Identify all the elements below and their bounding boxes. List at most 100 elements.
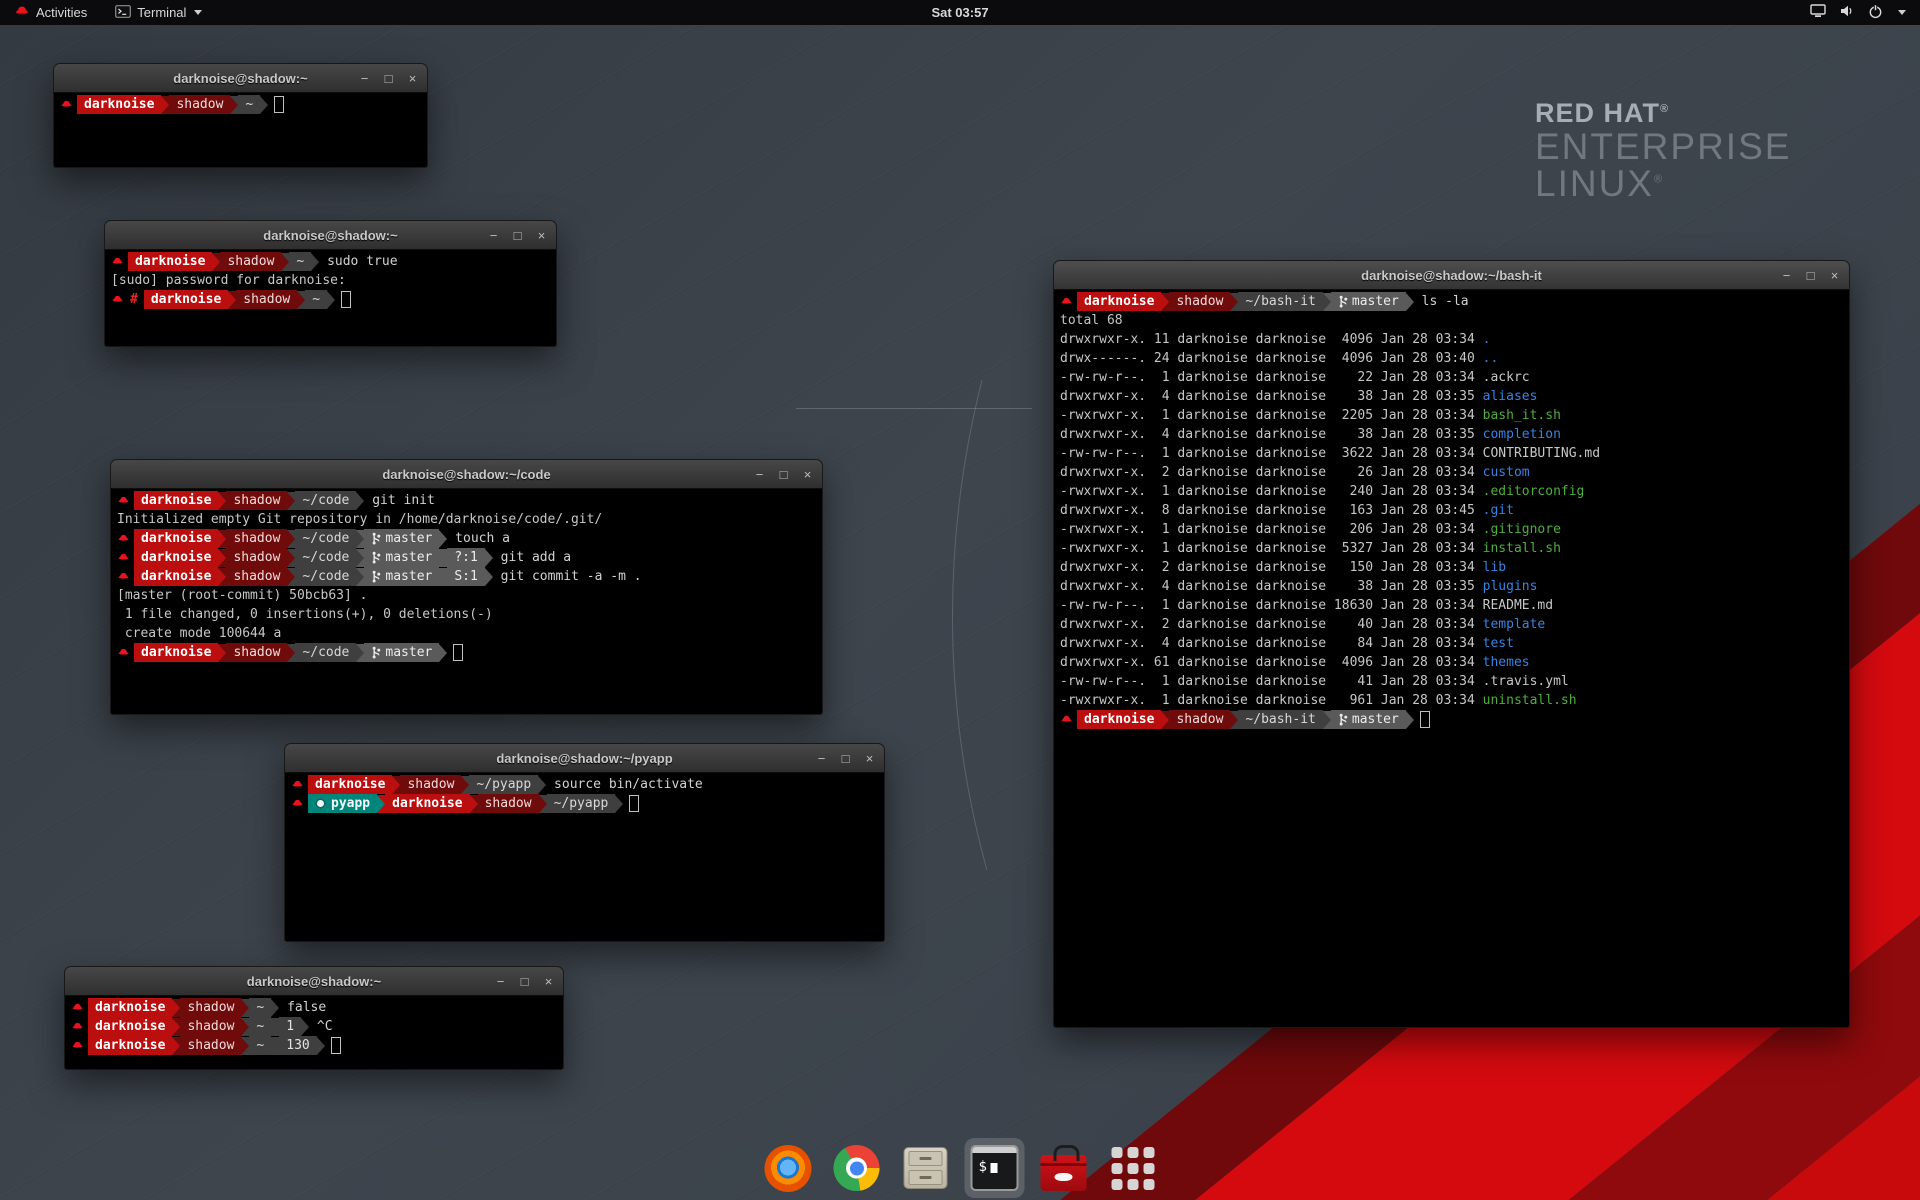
powerline-separator: [287, 530, 295, 548]
window-maximize-button[interactable]: □: [777, 468, 790, 481]
window-close-button[interactable]: ×: [1828, 269, 1841, 282]
dock-item-toolbox[interactable]: [1038, 1142, 1090, 1194]
prompt-segment-exit: 130: [279, 1036, 316, 1055]
terminal-screen[interactable]: darknoiseshadow~/code git initInitialize…: [110, 489, 823, 715]
prompt-segment-path: ~/code: [295, 491, 356, 510]
redhat-prompt-icon: [117, 551, 134, 564]
window-close-button[interactable]: ×: [535, 229, 548, 242]
dock-item-chrome[interactable]: [831, 1142, 883, 1194]
window-titlebar[interactable]: darknoise@shadow:~−□×: [64, 966, 564, 996]
window-minimize-button[interactable]: −: [358, 72, 371, 85]
powerline-separator: [538, 776, 546, 794]
window-close-button[interactable]: ×: [801, 468, 814, 481]
prompt-segment-user: darknoise: [308, 775, 392, 794]
terminal-line: -rwxrwxr-x. 1 darknoise darknoise 5327 J…: [1058, 539, 1845, 558]
terminal-line: pyappdarknoiseshadow~/pyapp: [289, 794, 880, 813]
window-titlebar[interactable]: darknoise@shadow:~/bash-it−□ ×: [1053, 260, 1850, 290]
command-text: git commit -a -m .: [493, 569, 642, 584]
powerline-separator: [287, 549, 295, 567]
powerline-separator: [311, 253, 319, 271]
dock-item-terminal[interactable]: $: [969, 1142, 1021, 1194]
clock[interactable]: Sat 03:57: [931, 5, 988, 20]
prompt-segment-git: master: [364, 567, 439, 586]
show-applications-icon: [1111, 1147, 1154, 1190]
terminal-screen[interactable]: darknoiseshadow~ falsedarknoiseshadow~1 …: [64, 996, 564, 1070]
window-title: darknoise@shadow:~/bash-it: [1054, 268, 1849, 283]
window-controls: −□ ×: [753, 460, 814, 488]
terminal-line: drwxrwxr-x. 61 darknoise darknoise 4096 …: [1058, 653, 1845, 672]
terminal-output: -rwxrwxr-x. 1 darknoise darknoise 5327 J…: [1060, 541, 1483, 556]
window-maximize-button[interactable]: □: [1804, 269, 1817, 282]
window-minimize-button[interactable]: −: [487, 229, 500, 242]
terminal-output: total 68: [1060, 313, 1123, 328]
terminal-output: drwxrwxr-x. 2 darknoise darknoise 150 Ja…: [1060, 560, 1483, 575]
window-minimize-button[interactable]: −: [494, 975, 507, 988]
dock-item-firefox[interactable]: [762, 1142, 814, 1194]
window-minimize-button[interactable]: −: [753, 468, 766, 481]
powerline-separator: [161, 96, 169, 114]
file-name: .git: [1483, 503, 1514, 518]
powerline-separator: [241, 1018, 249, 1036]
terminal-icon: $: [971, 1145, 1019, 1191]
desktop[interactable]: RED HAT® ENTERPRISE LINUX® darknoise@sha…: [0, 0, 1920, 1200]
window-maximize-button[interactable]: □: [518, 975, 531, 988]
redhat-prompt-icon: [117, 494, 134, 507]
dock-item-files[interactable]: [900, 1142, 952, 1194]
window-close-button[interactable]: ×: [542, 975, 555, 988]
root-indicator: #: [128, 292, 144, 307]
window-titlebar[interactable]: darknoise@shadow:~−□×: [53, 63, 428, 93]
prompt-segment-path: ~: [249, 998, 271, 1017]
prompt-segment-path: ~/code: [295, 529, 356, 548]
prompt-segment-host: shadow: [180, 1017, 241, 1036]
git-branch-icon: [371, 551, 381, 564]
window-minimize-button[interactable]: −: [815, 752, 828, 765]
prompt-segment-git: master: [364, 643, 439, 662]
terminal-screen[interactable]: darknoiseshadow~ sudo true[sudo] passwor…: [104, 250, 557, 347]
terminal-line: darknoiseshadow~1 ^C: [69, 1017, 559, 1036]
activities-button[interactable]: Activities: [8, 0, 93, 25]
prompt-segment-user: darknoise: [144, 290, 228, 309]
powerline-separator: [470, 795, 478, 813]
python-venv-icon: [315, 798, 326, 809]
window-minimize-button[interactable]: −: [1780, 269, 1793, 282]
terminal-line: -rwxrwxr-x. 1 darknoise darknoise 206 Ja…: [1058, 520, 1845, 539]
file-name: .editorconfig: [1483, 484, 1585, 499]
brand-line1: RED HAT: [1535, 98, 1660, 128]
prompt-segment-path: ~/bash-it: [1238, 710, 1322, 729]
terminal-window-home-exit: darknoise@shadow:~−□×darknoiseshadow~ fa…: [64, 966, 564, 1070]
powerline-separator: [271, 1037, 279, 1055]
dock-item-show-applications[interactable]: [1107, 1142, 1159, 1194]
system-status-area[interactable]: [1810, 4, 1920, 22]
window-close-button[interactable]: ×: [863, 752, 876, 765]
terminal-window-pyapp: darknoise@shadow:~/pyapp−□×darknoiseshad…: [284, 743, 885, 942]
prompt-segment-user: darknoise: [134, 491, 218, 510]
terminal-window-home-sudo: darknoise@shadow:~−□×darknoiseshadow~ su…: [104, 220, 557, 347]
prompt-segment-user: darknoise: [88, 1017, 172, 1036]
prompt-segment-gitstat: S:1: [447, 567, 484, 586]
window-maximize-button[interactable]: □: [382, 72, 395, 85]
powerline-separator: [1323, 293, 1331, 311]
terminal-line: darknoiseshadow~/codemasterS:1 git commi…: [115, 567, 818, 586]
command-text: git add a: [493, 550, 571, 565]
prompt-segment-host: shadow: [169, 95, 230, 114]
toolbox-icon: [1041, 1155, 1087, 1191]
window-titlebar[interactable]: darknoise@shadow:~−□×: [104, 220, 557, 250]
powerline-separator: [301, 1018, 309, 1036]
terminal-screen[interactable]: darknoiseshadow~/pyapp source bin/activa…: [284, 773, 885, 942]
app-menu-terminal[interactable]: Terminal: [109, 0, 208, 25]
window-maximize-button[interactable]: □: [839, 752, 852, 765]
terminal-output: -rwxrwxr-x. 1 darknoise darknoise 240 Ja…: [1060, 484, 1483, 499]
window-maximize-button[interactable]: □: [511, 229, 524, 242]
rhel-wallpaper-logo: RED HAT® ENTERPRISE LINUX®: [1535, 100, 1791, 203]
prompt-segment-host: shadow: [1169, 710, 1230, 729]
prompt-segment-exit: 1: [279, 1017, 301, 1036]
terminal-screen[interactable]: darknoiseshadow~: [53, 93, 428, 168]
window-controls: −□ ×: [358, 64, 419, 92]
window-titlebar[interactable]: darknoise@shadow:~/code−□×: [110, 459, 823, 489]
powerline-separator: [317, 1037, 325, 1055]
terminal-screen[interactable]: darknoiseshadow~/bash-itmaster ls -latot…: [1053, 290, 1850, 1028]
window-titlebar[interactable]: darknoise@shadow:~/pyapp−□×: [284, 743, 885, 773]
file-name: .gitignore: [1483, 522, 1561, 537]
window-close-button[interactable]: ×: [406, 72, 419, 85]
terminal-line: darknoiseshadow~/pyapp source bin/activa…: [289, 775, 880, 794]
